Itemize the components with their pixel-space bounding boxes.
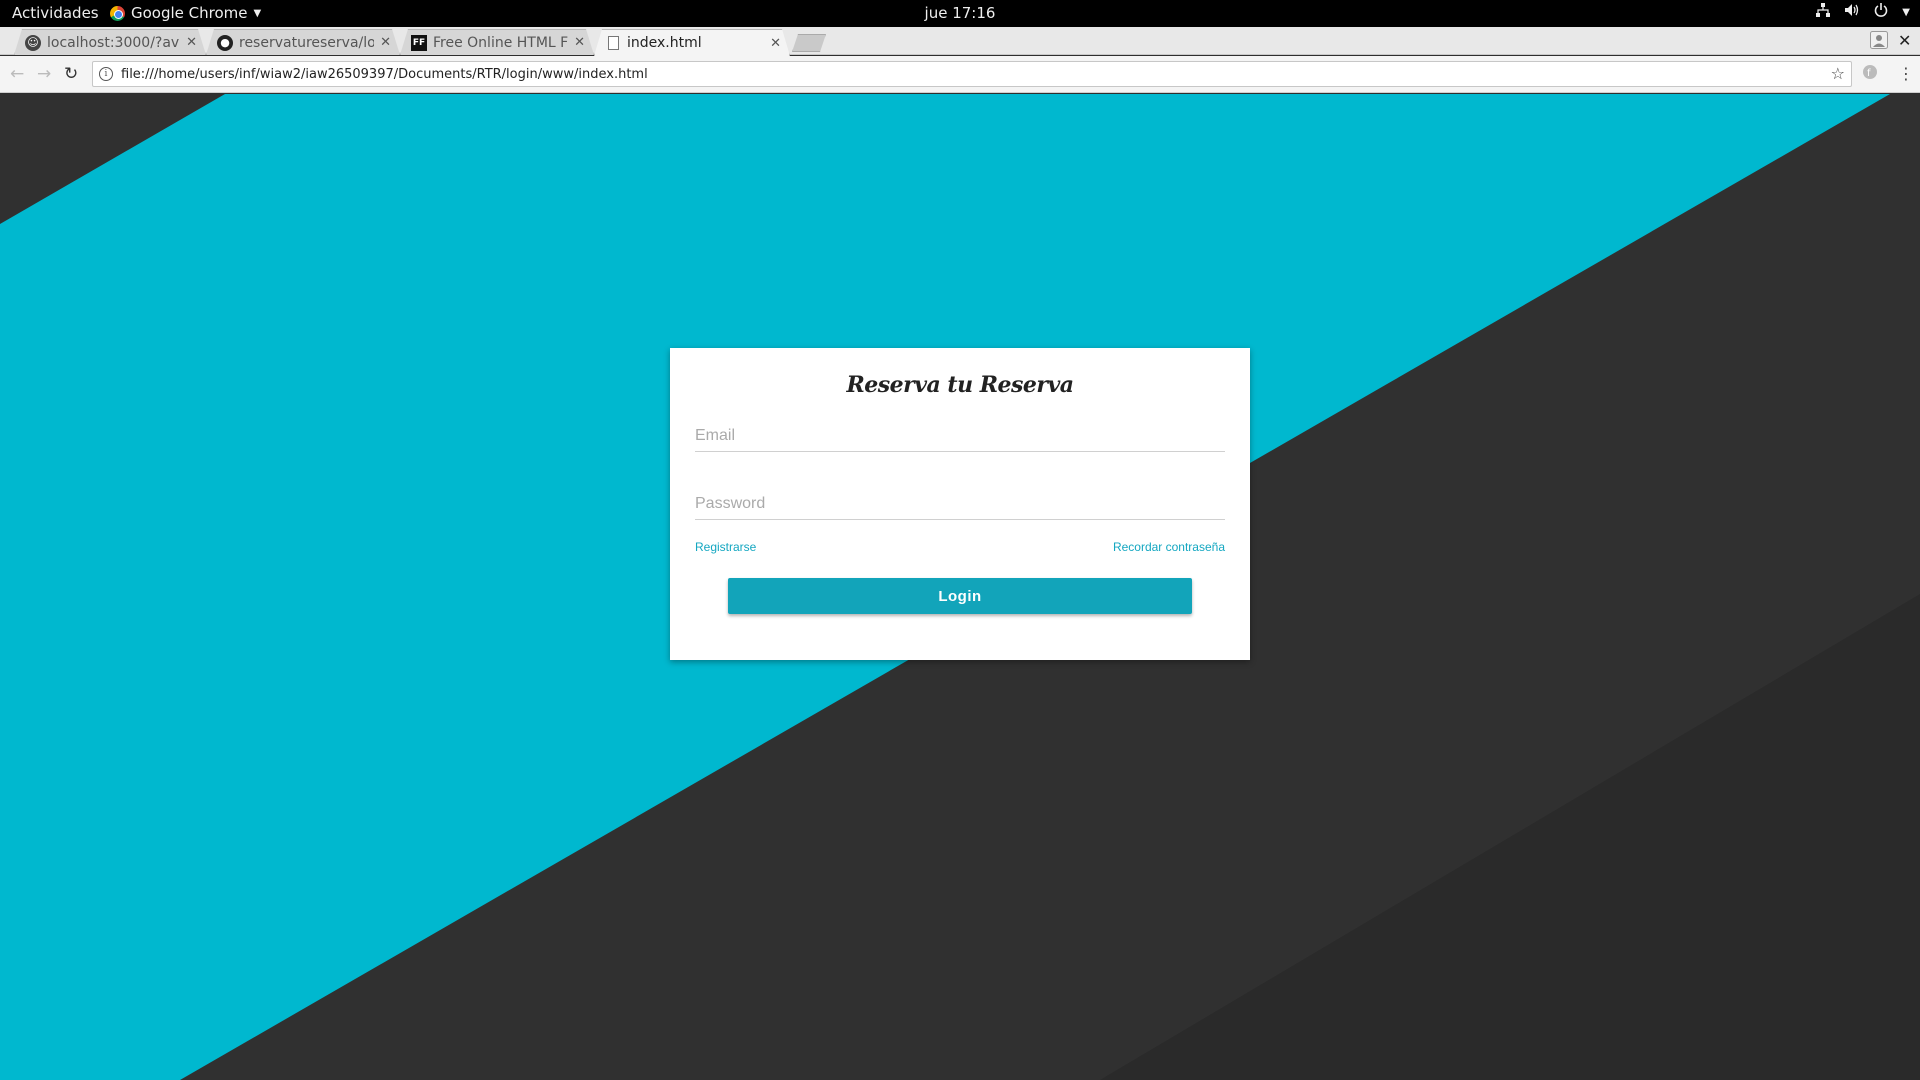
tab-title: index.html [627,35,702,51]
chevron-down-icon: ▼ [1902,6,1910,18]
forgot-password-link[interactable]: Recordar contraseña [1113,540,1225,554]
tab-title: Free Online HTML F [433,34,569,51]
browser-toolbar: ← → ↻ i file:///home/users/inf/wiaw2/iaw… [0,56,1920,93]
tab-title: localhost:3000/?av [47,34,180,51]
volume-icon [1844,3,1860,21]
register-link[interactable]: Registrarse [695,540,756,554]
browser-tab[interactable]: ☺ localhost:3000/?av ✕ [14,29,206,55]
password-field-wrapper [695,488,1225,520]
info-icon[interactable]: i [99,67,113,81]
document-icon [605,35,621,51]
tab-title: reservatureserva/lo [239,34,375,51]
app-menu-label: Google Chrome [131,4,248,22]
close-icon[interactable]: ✕ [380,35,391,50]
address-bar[interactable]: i file:///home/users/inf/wiaw2/iaw265093… [92,61,1852,87]
login-button[interactable]: Login [728,578,1192,614]
chevron-down-icon: ▼ [253,7,262,19]
auth-links: Registrarse Recordar contraseña [695,540,1225,554]
reload-icon[interactable]: ↻ [64,64,78,84]
chrome-icon [110,5,125,21]
svg-text:f: f [1867,68,1871,79]
url-text[interactable]: file:///home/users/inf/wiaw2/iaw26509397… [121,67,648,82]
close-icon[interactable]: ✕ [574,35,585,50]
email-field-wrapper [695,420,1225,452]
back-icon[interactable]: ← [10,64,24,84]
network-icon [1816,3,1831,21]
ghost-icon: ☺ [25,35,41,51]
close-icon[interactable]: ✕ [770,36,781,51]
forward-icon[interactable]: → [37,64,51,84]
password-field[interactable] [695,495,1225,519]
close-window-icon[interactable]: ✕ [1898,31,1911,50]
close-icon[interactable]: ✕ [186,35,197,50]
system-top-bar: Actividades Google Chrome ▼ jue 17:16 ▼ [0,0,1920,27]
bookmark-star-icon[interactable]: ☆ [1831,64,1845,83]
menu-icon[interactable]: ⋮ [1898,64,1914,83]
extension-icon[interactable]: f [1862,64,1878,84]
page-viewport: Reserva tu Reserva Registrarse Recordar … [0,94,1920,1080]
app-menu[interactable]: Google Chrome ▼ [110,4,261,22]
browser-tab[interactable]: FF Free Online HTML F ✕ [400,29,594,55]
system-status-area[interactable]: ▼ [1816,3,1910,21]
tab-strip: ☺ localhost:3000/?av ✕ ● reservatureserv… [0,27,1920,55]
power-icon [1874,3,1888,21]
github-icon: ● [217,35,233,51]
browser-tab-active[interactable]: index.html ✕ [594,29,790,56]
ff-icon: FF [411,35,427,51]
activities-button[interactable]: Actividades [12,4,99,22]
email-field[interactable] [695,427,1225,451]
login-card: Reserva tu Reserva Registrarse Recordar … [670,348,1250,660]
browser-tab[interactable]: ● reservatureserva/lo ✕ [206,29,400,55]
profile-icon[interactable] [1870,31,1888,53]
clock[interactable]: jue 17:16 [925,4,996,22]
new-tab-button[interactable] [792,34,826,52]
page-title: Reserva tu Reserva [846,372,1074,398]
